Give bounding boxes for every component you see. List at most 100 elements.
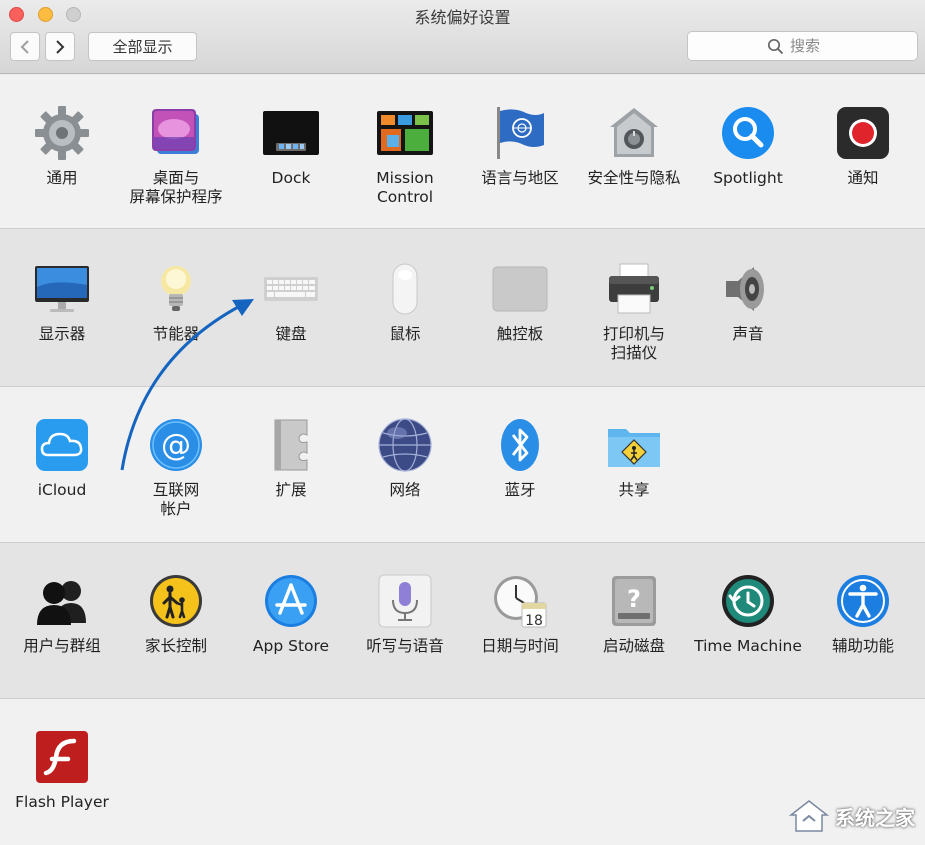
accessibility-icon (835, 573, 891, 629)
pane-language-region[interactable]: 语言与地区 (463, 105, 577, 188)
search-icon (767, 38, 784, 54)
pane-printers-scanners[interactable]: 打印机与 扫描仪 (577, 261, 691, 363)
pane-label: Flash Player (15, 793, 109, 811)
pane-label: 鼠标 (389, 325, 421, 343)
pane-label: 通用 (46, 169, 78, 187)
pane-internet-accounts[interactable]: @ 互联网 帐户 (119, 417, 233, 519)
house-safe-icon (606, 105, 662, 161)
pane-label: 声音 (732, 325, 764, 343)
pane-time-machine[interactable]: Time Machine (691, 573, 805, 656)
bluetooth-icon (492, 417, 548, 473)
pane-network[interactable]: 网络 (348, 417, 462, 500)
pane-label: 网络 (389, 481, 421, 499)
pane-label: 蓝牙 (504, 481, 536, 499)
pane-label: 显示器 (38, 325, 86, 343)
pane-parental-controls[interactable]: 家长控制 (119, 573, 233, 656)
pane-accessibility[interactable]: 辅助功能 (806, 573, 920, 656)
pane-general[interactable]: 通用 (5, 105, 119, 188)
pane-label: 键盘 (275, 325, 307, 343)
pane-trackpad[interactable]: 触控板 (463, 261, 577, 344)
pane-keyboard[interactable]: 键盘 (234, 261, 348, 344)
chevron-left-icon (20, 39, 29, 54)
show-all-button[interactable]: 全部显示 (88, 32, 197, 61)
pane-label: 扩展 (275, 481, 307, 499)
flash-icon (34, 729, 90, 785)
pane-startup-disk[interactable]: ? 启动磁盘 (577, 573, 691, 656)
pane-label: 安全性与隐私 (587, 169, 681, 187)
pane-app-store[interactable]: App Store (234, 573, 348, 656)
svg-text:@: @ (161, 428, 191, 463)
un-flag-icon (492, 105, 548, 161)
pane-label: 触控板 (496, 325, 544, 343)
pane-date-time[interactable]: 18 日期与时间 (463, 573, 577, 656)
pane-label: 节能器 (152, 325, 200, 343)
desktop-icon (148, 105, 204, 161)
forward-button[interactable] (45, 32, 75, 61)
clock-calendar-icon: 18 (492, 573, 548, 629)
printer-icon (606, 261, 662, 317)
title-bar: 系统偏好设置 全部显示 (0, 0, 925, 74)
chevron-right-icon (56, 39, 65, 54)
pane-label: Dock (271, 169, 311, 187)
pane-sharing[interactable]: 共享 (577, 417, 691, 500)
speaker-icon (720, 261, 776, 317)
pane-label: 桌面与 屏幕保护程序 (129, 169, 223, 206)
globe-icon (377, 417, 433, 473)
mouse-icon (377, 261, 433, 317)
extensions-icon (263, 417, 319, 473)
window-title: 系统偏好设置 (414, 8, 511, 27)
pane-label: 语言与地区 (481, 169, 559, 187)
mission-control-icon (377, 105, 433, 161)
pane-flash-player[interactable]: Flash Player (5, 729, 119, 812)
pane-label: iCloud (37, 481, 87, 499)
svg-text:?: ? (627, 585, 641, 613)
pane-label: 共享 (618, 481, 650, 499)
pane-bluetooth[interactable]: 蓝牙 (463, 417, 577, 500)
pane-energy-saver[interactable]: 节能器 (119, 261, 233, 344)
lightbulb-icon (148, 261, 204, 317)
pane-label: App Store (252, 637, 330, 655)
display-icon (34, 261, 90, 317)
search-field[interactable] (687, 31, 918, 61)
app-store-icon (263, 573, 319, 629)
pane-displays[interactable]: 显示器 (5, 261, 119, 344)
pane-mouse[interactable]: 鼠标 (348, 261, 462, 344)
pane-dock[interactable]: Dock (234, 105, 348, 188)
pane-dictation-speech[interactable]: 听写与语音 (348, 573, 462, 656)
at-sign-icon: @ (148, 417, 204, 473)
trackpad-icon (492, 261, 548, 317)
section-other (0, 699, 925, 845)
pane-spotlight[interactable]: Spotlight (691, 105, 805, 188)
pane-desktop-screensaver[interactable]: 桌面与 屏幕保护程序 (119, 105, 233, 207)
pane-sound[interactable]: 声音 (691, 261, 805, 344)
pane-label: 通知 (847, 169, 879, 187)
pane-label: Mission Control (376, 169, 434, 206)
back-button[interactable] (10, 32, 40, 61)
pane-label: 互联网 帐户 (152, 481, 200, 518)
pane-security-privacy[interactable]: 安全性与隐私 (577, 105, 691, 188)
pane-label: Spotlight (713, 169, 783, 187)
search-input[interactable] (790, 37, 838, 55)
users-icon (34, 573, 90, 629)
pane-label: 辅助功能 (831, 637, 894, 655)
watermark: 系统之家 (789, 799, 915, 833)
pane-label: 用户与群组 (23, 637, 101, 655)
watermark-text: 系统之家 (835, 805, 915, 830)
watermark-house-icon (789, 800, 829, 832)
pane-mission-control[interactable]: Mission Control (348, 105, 462, 207)
pane-label: 家长控制 (144, 637, 207, 655)
notifications-icon (835, 105, 891, 161)
calendar-day: 18 (525, 613, 543, 629)
pane-label: 打印机与 扫描仪 (602, 325, 665, 362)
gear-icon (34, 105, 90, 161)
keyboard-icon (263, 261, 319, 317)
pane-icloud[interactable]: iCloud (5, 417, 119, 500)
pane-notifications[interactable]: 通知 (806, 105, 920, 188)
pane-extensions[interactable]: 扩展 (234, 417, 348, 500)
microphone-icon (377, 573, 433, 629)
pane-label: Time Machine (694, 637, 802, 655)
hard-disk-icon: ? (606, 573, 662, 629)
pane-users-groups[interactable]: 用户与群组 (5, 573, 119, 656)
parental-controls-icon (148, 573, 204, 629)
icloud-icon (34, 417, 90, 473)
